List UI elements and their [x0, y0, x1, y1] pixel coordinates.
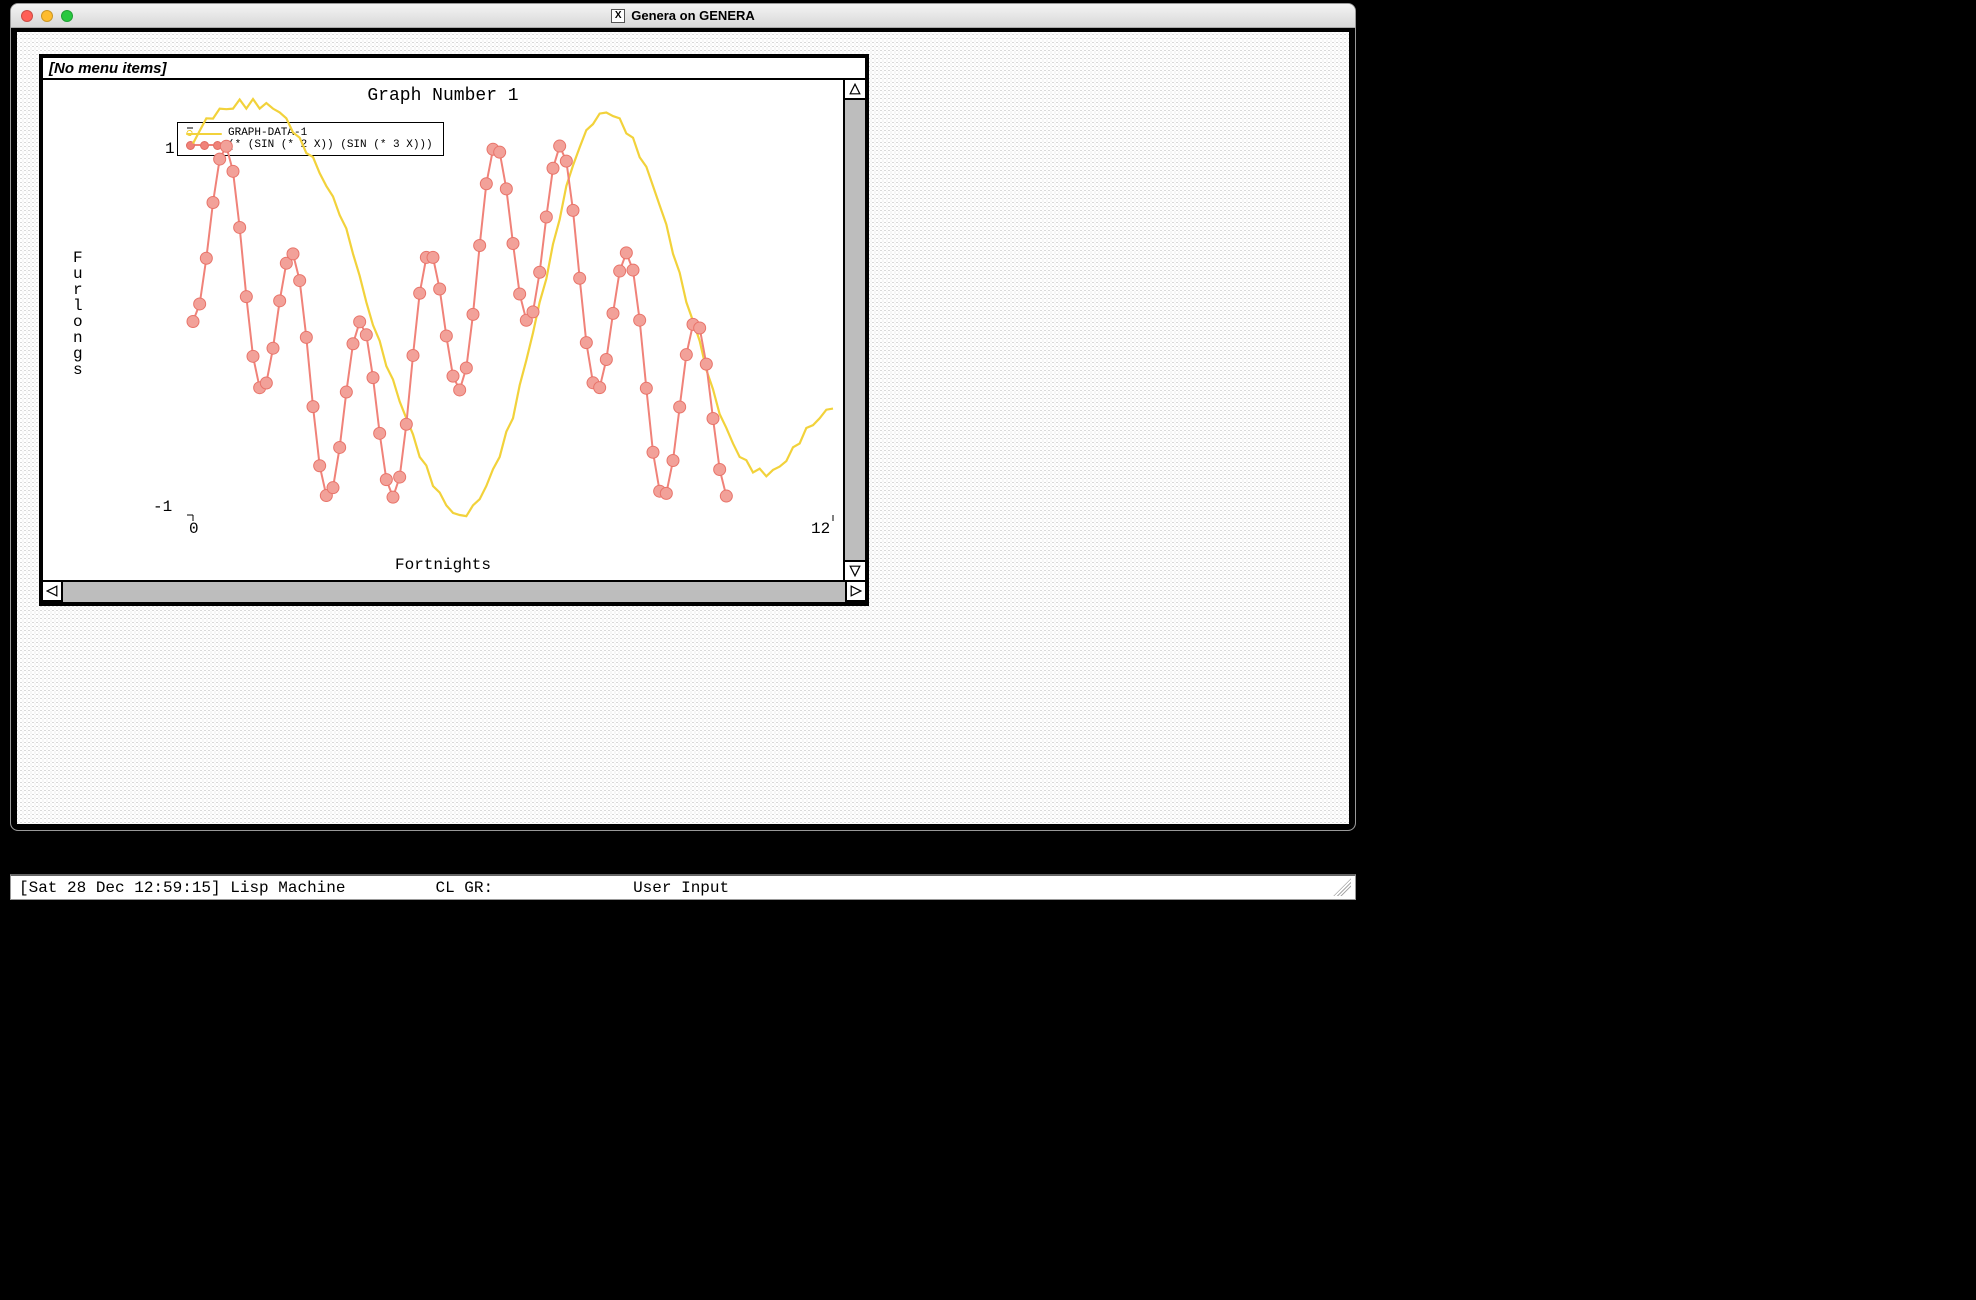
scroll-right-button[interactable]: [845, 582, 865, 602]
resize-handle-icon[interactable]: [1333, 878, 1351, 896]
graph-window: [No menu items] Graph Number 1 Furlongs …: [39, 54, 869, 606]
minimize-window-button[interactable]: [41, 10, 53, 22]
status-sep: [221, 879, 231, 897]
triangle-down-icon: [849, 565, 861, 577]
window-title: Genera on GENERA: [11, 8, 1355, 23]
horizontal-scroll-track[interactable]: [63, 582, 845, 602]
chart-canvas: [43, 80, 843, 580]
status-mode: CL GR:: [435, 879, 493, 897]
triangle-up-icon: [849, 83, 861, 95]
vertical-scroll-track[interactable]: [845, 100, 865, 560]
status-state: User Input: [633, 879, 729, 897]
scroll-down-button[interactable]: [845, 560, 865, 580]
triangle-left-icon: [46, 585, 58, 597]
zoom-window-button[interactable]: [61, 10, 73, 22]
window-controls: [21, 10, 73, 22]
scroll-left-button[interactable]: [43, 582, 63, 602]
x11-icon: [611, 9, 625, 23]
horizontal-scrollbar[interactable]: [43, 580, 865, 602]
os-titlebar[interactable]: Genera on GENERA: [11, 4, 1355, 28]
triangle-right-icon: [850, 585, 862, 597]
plot-area[interactable]: Graph Number 1 Furlongs Fortnights 1 -1 …: [43, 80, 843, 580]
status-host: Lisp Machine: [230, 879, 345, 897]
scroll-up-button[interactable]: [845, 80, 865, 100]
vertical-scrollbar[interactable]: [843, 80, 865, 580]
status-bar: [Sat 28 Dec 12:59:15] Lisp Machine CL GR…: [10, 874, 1356, 900]
window-title-text: Genera on GENERA: [631, 8, 755, 23]
close-window-button[interactable]: [21, 10, 33, 22]
os-window: Genera on GENERA [No menu items] Graph N…: [10, 3, 1356, 831]
status-timestamp: [Sat 28 Dec 12:59:15]: [19, 879, 221, 897]
genera-desktop[interactable]: [No menu items] Graph Number 1 Furlongs …: [11, 28, 1355, 830]
menu-bar[interactable]: [No menu items]: [43, 58, 865, 80]
menu-placeholder: [No menu items]: [49, 60, 167, 77]
